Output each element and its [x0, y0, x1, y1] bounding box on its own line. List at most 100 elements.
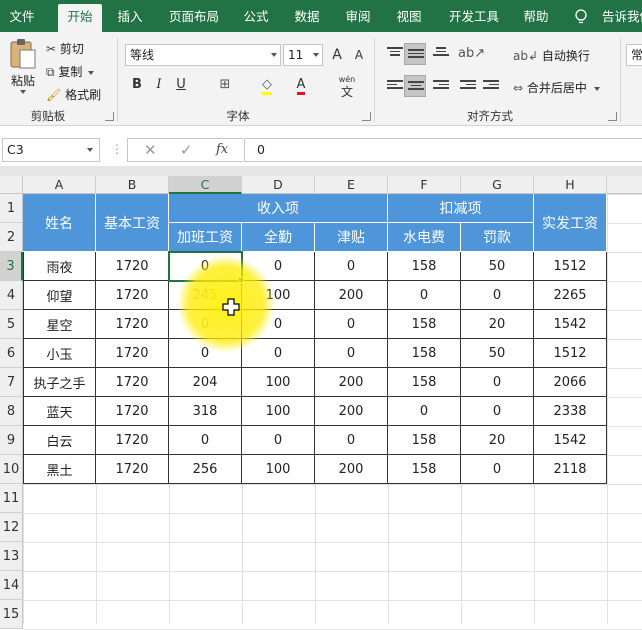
- row-header-4[interactable]: 4: [0, 281, 23, 310]
- table-cell[interactable]: 0: [169, 426, 242, 455]
- tab-insert[interactable]: 插入: [110, 0, 150, 32]
- fill-handle[interactable]: [238, 277, 244, 283]
- name-box[interactable]: C3: [2, 138, 100, 162]
- table-cell[interactable]: 黑土: [23, 455, 96, 484]
- table-cell[interactable]: 1720: [96, 281, 169, 310]
- table-cell[interactable]: 小玉: [23, 339, 96, 368]
- table-cell[interactable]: 200: [315, 281, 388, 310]
- header-name[interactable]: 姓名: [23, 194, 96, 252]
- enter-icon[interactable]: ✓: [180, 141, 193, 159]
- header-overtime[interactable]: 加班工资: [169, 223, 242, 252]
- table-cell[interactable]: 0: [461, 455, 534, 484]
- font-launcher-icon[interactable]: [362, 112, 371, 121]
- italic-button[interactable]: I: [148, 74, 170, 96]
- table-cell[interactable]: 1720: [96, 368, 169, 397]
- align-middle-button[interactable]: [404, 43, 426, 65]
- table-cell[interactable]: 100: [242, 368, 315, 397]
- font-size-select[interactable]: 11: [283, 44, 323, 66]
- tab-home[interactable]: 开始: [58, 4, 102, 32]
- table-cell[interactable]: 1542: [534, 310, 607, 339]
- table-cell[interactable]: 0: [169, 339, 242, 368]
- table-cell[interactable]: 0: [169, 252, 242, 281]
- table-cell[interactable]: 1512: [534, 339, 607, 368]
- header-base-salary[interactable]: 基本工资: [96, 194, 169, 252]
- table-cell[interactable]: 0: [461, 397, 534, 426]
- tab-view[interactable]: 视图: [389, 0, 429, 32]
- table-cell[interactable]: 2118: [534, 455, 607, 484]
- align-center-button[interactable]: [404, 75, 426, 97]
- table-cell[interactable]: 204: [169, 368, 242, 397]
- increase-indent-icon[interactable]: [483, 80, 499, 92]
- row-header-10[interactable]: 10: [0, 455, 23, 484]
- table-cell[interactable]: 1720: [96, 426, 169, 455]
- row-header-14[interactable]: 14: [0, 571, 23, 600]
- font-color-button[interactable]: A: [290, 74, 312, 96]
- table-cell[interactable]: 仰望: [23, 281, 96, 310]
- table-cell[interactable]: 0: [315, 252, 388, 281]
- table-cell[interactable]: 0: [242, 252, 315, 281]
- align-top-icon[interactable]: [387, 47, 403, 59]
- header-fine[interactable]: 罚款: [461, 223, 534, 252]
- clipboard-launcher-icon[interactable]: [105, 112, 114, 121]
- table-cell[interactable]: 0: [461, 368, 534, 397]
- table-cell[interactable]: 0: [169, 310, 242, 339]
- table-cell[interactable]: 1512: [534, 252, 607, 281]
- header-income[interactable]: 收入项: [169, 194, 388, 223]
- header-attendance[interactable]: 全勤: [242, 223, 315, 252]
- table-cell[interactable]: 158: [388, 339, 461, 368]
- row-header-1[interactable]: 1: [0, 194, 23, 223]
- fill-color-button[interactable]: ◇: [256, 74, 278, 96]
- header-utilities[interactable]: 水电费: [388, 223, 461, 252]
- table-cell[interactable]: 100: [242, 281, 315, 310]
- tab-file[interactable]: 文件: [0, 0, 44, 32]
- column-header-a[interactable]: A: [23, 176, 96, 194]
- cancel-icon[interactable]: ✕: [144, 141, 157, 159]
- merge-center-button[interactable]: ⇔ 合并后居中: [513, 79, 600, 96]
- underline-button[interactable]: U: [170, 74, 192, 96]
- table-cell[interactable]: 雨夜: [23, 252, 96, 281]
- row-header-6[interactable]: 6: [0, 339, 23, 368]
- table-cell[interactable]: 执子之手: [23, 368, 96, 397]
- number-format-select[interactable]: 常: [626, 44, 642, 66]
- table-cell[interactable]: 1542: [534, 426, 607, 455]
- grow-font-button[interactable]: A: [326, 44, 348, 66]
- insert-function-icon[interactable]: fx: [216, 142, 228, 157]
- table-cell[interactable]: 白云: [23, 426, 96, 455]
- table-cell[interactable]: 100: [242, 397, 315, 426]
- tab-data[interactable]: 数据: [287, 0, 327, 32]
- row-header-12[interactable]: 12: [0, 513, 23, 542]
- border-button[interactable]: ⊞: [214, 74, 236, 96]
- table-cell[interactable]: 0: [388, 281, 461, 310]
- column-header-b[interactable]: B: [96, 176, 169, 194]
- formula-input[interactable]: 0: [244, 138, 642, 162]
- header-deductions[interactable]: 扣减项: [388, 194, 534, 223]
- cut-button[interactable]: ✂ 剪切: [46, 40, 84, 57]
- row-header-15[interactable]: 15: [0, 600, 23, 629]
- tab-page-layout[interactable]: 页面布局: [162, 0, 226, 32]
- wrap-text-button[interactable]: ab↲ 自动换行: [513, 47, 590, 64]
- table-cell[interactable]: 2265: [534, 281, 607, 310]
- table-cell[interactable]: 200: [315, 368, 388, 397]
- table-cell[interactable]: 2066: [534, 368, 607, 397]
- row-header-13[interactable]: 13: [0, 542, 23, 571]
- table-cell[interactable]: 50: [461, 339, 534, 368]
- tab-formulas[interactable]: 公式: [236, 0, 276, 32]
- table-cell[interactable]: 158: [388, 252, 461, 281]
- align-left-icon[interactable]: [387, 80, 403, 92]
- alignment-launcher-icon[interactable]: [608, 112, 617, 121]
- column-header-h[interactable]: H: [534, 176, 607, 194]
- table-cell[interactable]: 0: [315, 310, 388, 339]
- tab-developer[interactable]: 开发工具: [442, 0, 506, 32]
- table-cell[interactable]: 2338: [534, 397, 607, 426]
- paste-button[interactable]: 粘贴: [8, 38, 40, 100]
- table-cell[interactable]: 158: [388, 455, 461, 484]
- table-cell[interactable]: 星空: [23, 310, 96, 339]
- table-cell[interactable]: 158: [388, 310, 461, 339]
- worksheet-grid[interactable]: ABCDEFGH 1 2 3 4 5 6 7 8 9 10 11 12 13 14 15 姓名 基本工资 收入项…: [0, 176, 642, 630]
- phonetic-button[interactable]: wén 文: [332, 72, 362, 98]
- table-cell[interactable]: 0: [242, 426, 315, 455]
- tab-help[interactable]: 帮助: [516, 0, 556, 32]
- row-header-7[interactable]: 7: [0, 368, 23, 397]
- table-cell[interactable]: 100: [242, 455, 315, 484]
- table-cell[interactable]: 1720: [96, 397, 169, 426]
